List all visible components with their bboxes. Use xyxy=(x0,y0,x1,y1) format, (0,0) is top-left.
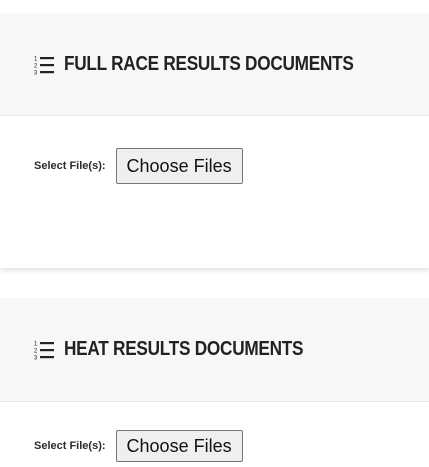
svg-text:1: 1 xyxy=(34,56,38,62)
svg-text:2: 2 xyxy=(34,348,38,354)
list-ol-icon: 1 2 3 xyxy=(33,54,55,76)
select-files-label: Select File(s): xyxy=(34,440,106,452)
choose-files-button[interactable]: Choose Files xyxy=(115,430,243,462)
svg-text:1: 1 xyxy=(34,341,38,347)
choose-files-button[interactable]: Choose Files xyxy=(115,148,243,184)
select-files-label: Select File(s): xyxy=(34,160,106,172)
file-select-row: Select File(s): Choose Files xyxy=(0,148,429,184)
panel-header: 1 2 3 HEAT RESULTS DOCUMENTS xyxy=(0,298,429,402)
file-select-row: Select File(s): Choose Files xyxy=(0,430,429,462)
list-ol-icon: 1 2 3 xyxy=(33,339,55,361)
panel-title: FULL RACE RESULTS DOCUMENTS xyxy=(64,53,354,75)
panel-title: HEAT RESULTS DOCUMENTS xyxy=(64,338,304,360)
panel-header: 1 2 3 FULL RACE RESULTS DOCUMENTS xyxy=(0,14,429,116)
full-race-results-panel: 1 2 3 FULL RACE RESULTS DOCUMENTS Select… xyxy=(0,14,429,268)
svg-text:3: 3 xyxy=(34,70,38,76)
svg-text:3: 3 xyxy=(34,355,38,361)
svg-text:2: 2 xyxy=(34,63,38,69)
heat-results-panel: 1 2 3 HEAT RESULTS DOCUMENTS Select File… xyxy=(0,298,429,467)
